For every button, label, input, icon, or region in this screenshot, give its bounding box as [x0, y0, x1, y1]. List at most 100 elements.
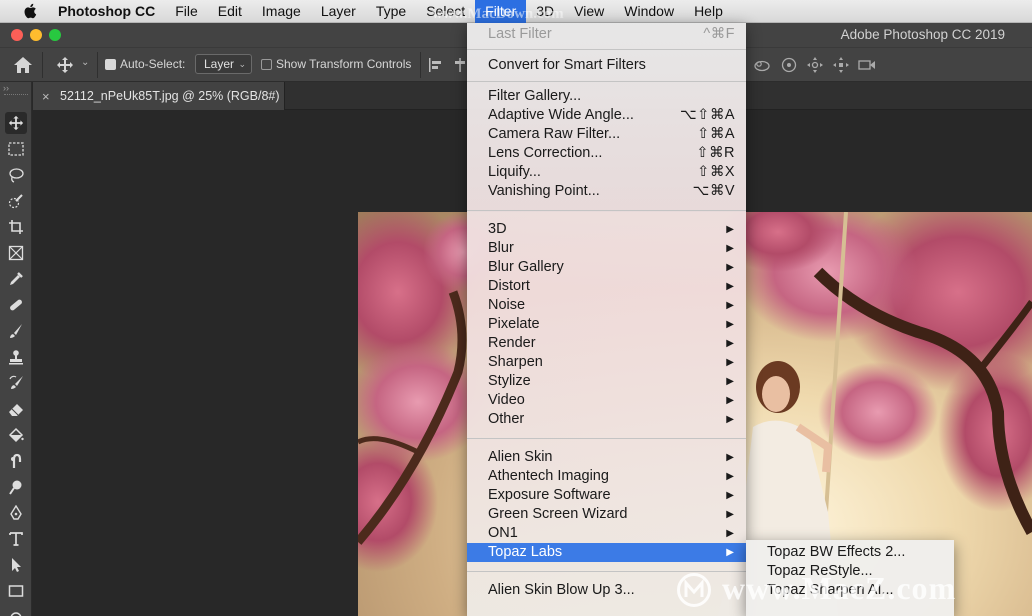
hand-tool-button[interactable] [5, 604, 27, 616]
menu-help[interactable]: Help [684, 0, 733, 23]
submenu-arrow-icon: ▶ [726, 300, 734, 311]
menu-image[interactable]: Image [252, 0, 311, 23]
blur-label: Blur [488, 240, 514, 256]
marquee-tool-button[interactable] [5, 138, 27, 160]
eraser-icon [9, 404, 23, 416]
auto-select-checkbox[interactable] [105, 59, 116, 70]
submenu-arrow-icon: ▶ [726, 509, 734, 520]
submenu-arrow-icon: ▶ [726, 281, 734, 292]
menu-item-stylize[interactable]: Stylize ▶ [467, 372, 746, 391]
menu-item-adaptive-wide-angle[interactable]: Adaptive Wide Angle... ⌥⇧⌘A [467, 106, 746, 125]
dodge-tool-button[interactable] [5, 476, 27, 498]
menu-item-blur-gallery[interactable]: Blur Gallery ▶ [467, 258, 746, 277]
menu-item-alien-skin[interactable]: Alien Skin ▶ [467, 448, 746, 467]
menu-item-noise[interactable]: Noise ▶ [467, 296, 746, 315]
close-window-button[interactable] [11, 29, 23, 41]
move-tool-icon[interactable] [56, 56, 74, 74]
panel-collapse-icon[interactable]: ›› [3, 83, 9, 93]
3d-pan-icon[interactable] [806, 56, 824, 74]
menu-item-lens-correction[interactable]: Lens Correction... ⇧⌘R [467, 144, 746, 163]
lasso-icon [9, 168, 24, 183]
3d-orbit-icon[interactable] [753, 57, 771, 73]
tool-preset-chevron-icon[interactable]: ⌄ [81, 57, 89, 68]
submenu-item-topaz-bw-effects[interactable]: Topaz BW Effects 2... [767, 543, 905, 562]
smudge-tool-button[interactable] [5, 450, 27, 472]
menu-item-vanishing-point[interactable]: Vanishing Point... ⌥⌘V [467, 182, 746, 201]
eyedropper-icon [10, 272, 23, 285]
pen-tool-button[interactable] [5, 502, 27, 524]
paint-bucket-icon [8, 427, 24, 443]
menu-separator [467, 81, 746, 82]
crop-tool-button[interactable] [5, 216, 27, 238]
menu-item-distort[interactable]: Distort ▶ [467, 277, 746, 296]
history-brush-tool-button[interactable] [5, 372, 27, 394]
topaz-labs-label: Topaz Labs [488, 544, 563, 560]
3d-scale-icon[interactable] [857, 57, 877, 73]
menu-file[interactable]: File [165, 0, 208, 23]
menu-item-camera-raw[interactable]: Camera Raw Filter... ⇧⌘A [467, 125, 746, 144]
healing-brush-tool-button[interactable] [5, 294, 27, 316]
menu-item-exposure-software[interactable]: Exposure Software ▶ [467, 486, 746, 505]
rectangular-marquee-icon [8, 142, 24, 156]
clone-stamp-tool-button[interactable] [5, 346, 27, 368]
filter-dropdown-menu: Last Filter ^⌘F Convert for Smart Filter… [467, 23, 746, 616]
blur-gallery-label: Blur Gallery [488, 259, 564, 275]
zoom-window-button[interactable] [49, 29, 61, 41]
hand-icon [10, 612, 22, 616]
menu-item-video[interactable]: Video ▶ [467, 391, 746, 410]
menu-item-blur[interactable]: Blur ▶ [467, 239, 746, 258]
path-selection-tool-button[interactable] [5, 554, 27, 576]
menu-item-athentech-imaging[interactable]: Athentech Imaging ▶ [467, 467, 746, 486]
menu-type[interactable]: Type [366, 0, 416, 23]
menu-item-sharpen[interactable]: Sharpen ▶ [467, 353, 746, 372]
menu-item-convert-smart-filters[interactable]: Convert for Smart Filters [467, 56, 746, 75]
paint-bucket-tool-button[interactable] [5, 424, 27, 446]
quick-selection-tool-button[interactable] [5, 190, 27, 212]
menu-item-other[interactable]: Other ▶ [467, 410, 746, 429]
auto-select-dropdown[interactable]: Layer ⌄ [195, 54, 252, 74]
menu-app-name[interactable]: Photoshop CC [54, 0, 165, 23]
menu-item-green-screen-wizard[interactable]: Green Screen Wizard ▶ [467, 505, 746, 524]
submenu-arrow-icon: ▶ [726, 262, 734, 273]
menu-item-pixelate[interactable]: Pixelate ▶ [467, 315, 746, 334]
document-tab[interactable]: × 52112_nPeUk85T.jpg @ 25% (RGB/8#) [33, 82, 285, 110]
3d-slide-icon[interactable] [832, 56, 850, 74]
menu-item-liquify[interactable]: Liquify... ⇧⌘X [467, 163, 746, 182]
move-tool-button[interactable] [5, 112, 27, 134]
menu-window[interactable]: Window [614, 0, 684, 23]
lasso-tool-button[interactable] [5, 164, 27, 186]
submenu-arrow-icon: ▶ [726, 224, 734, 235]
menu-item-topaz-labs[interactable]: Topaz Labs ▶ [467, 543, 746, 562]
close-tab-icon[interactable]: × [42, 89, 50, 104]
show-transform-checkbox[interactable] [261, 59, 272, 70]
submenu-arrow-icon: ▶ [726, 547, 734, 558]
brush-icon [10, 324, 22, 338]
frame-tool-button[interactable] [5, 242, 27, 264]
show-transform-label: Show Transform Controls [276, 57, 412, 71]
eraser-tool-button[interactable] [5, 398, 27, 420]
type-tool-button[interactable] [5, 528, 27, 550]
pixelate-label: Pixelate [488, 316, 540, 332]
lens-correction-shortcut: ⇧⌘R [696, 145, 735, 161]
menu-item-render[interactable]: Render ▶ [467, 334, 746, 353]
history-brush-icon [9, 375, 23, 389]
brush-tool-button[interactable] [5, 320, 27, 342]
menu-item-on1[interactable]: ON1 ▶ [467, 524, 746, 543]
menu-edit[interactable]: Edit [208, 0, 252, 23]
vanishing-point-shortcut: ⌥⌘V [692, 183, 735, 199]
menu-view[interactable]: View [564, 0, 614, 23]
align-center-icon[interactable] [453, 58, 467, 72]
menu-item-filter-gallery[interactable]: Filter Gallery... [467, 87, 746, 106]
home-icon[interactable] [13, 56, 33, 74]
eyedropper-tool-button[interactable] [5, 268, 27, 290]
apple-logo-icon[interactable] [20, 2, 42, 20]
minimize-window-button[interactable] [30, 29, 42, 41]
rectangle-tool-button[interactable] [5, 580, 27, 602]
menu-layer[interactable]: Layer [311, 0, 366, 23]
smudge-icon [11, 453, 22, 468]
3d-roll-icon[interactable] [780, 56, 798, 74]
menu-item-3d[interactable]: 3D ▶ [467, 220, 746, 239]
type-icon [9, 532, 23, 546]
align-left-icon[interactable] [428, 58, 442, 72]
menu-separator [467, 210, 746, 211]
